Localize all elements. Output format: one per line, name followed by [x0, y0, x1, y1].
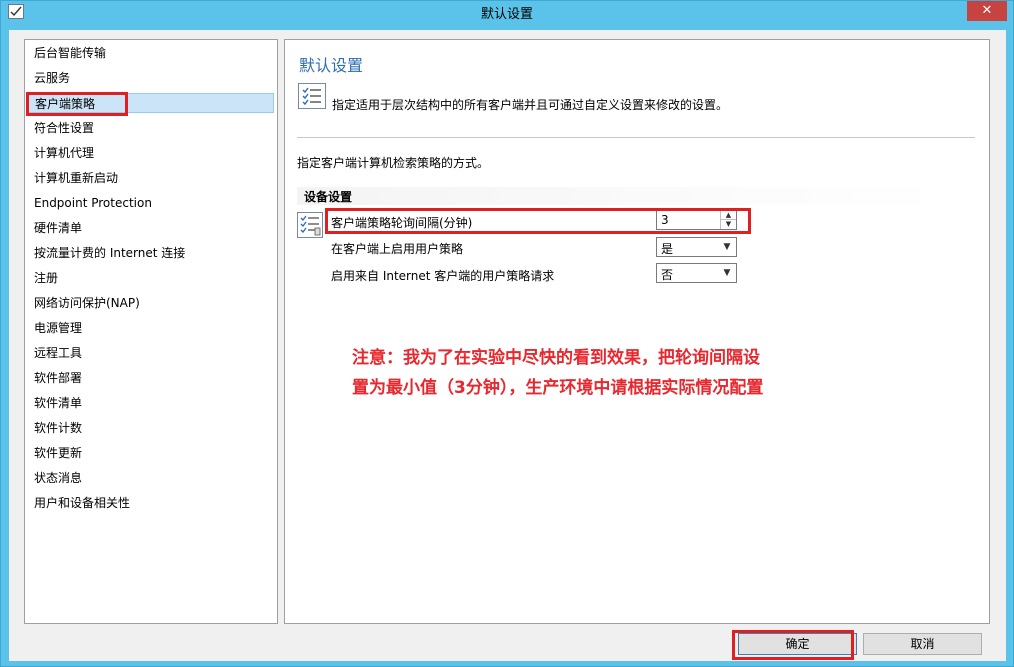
- nav-item[interactable]: 软件部署: [26, 368, 274, 388]
- device-settings-group-header: 设备设置: [297, 187, 948, 205]
- window-title: 默认设置: [480, 7, 533, 22]
- nav-item[interactable]: 计算机代理: [26, 143, 274, 163]
- nav-item[interactable]: 云服务: [26, 68, 274, 88]
- nav-item[interactable]: 网络访问保护(NAP): [26, 293, 274, 313]
- annotation-note: 注意：我为了在实验中尽快的看到效果，把轮询间隔设置为最小值（3分钟），生产环境中…: [352, 348, 764, 398]
- enable-user-policy-label: 在客户端上启用用户策略: [331, 242, 464, 256]
- internet-user-policy-select[interactable]: 否 ▼: [656, 263, 737, 283]
- nav-item[interactable]: Endpoint Protection: [26, 193, 274, 213]
- internet-user-policy-value: 否: [661, 268, 674, 282]
- policy-hint-text: 指定客户端计算机检索策略的方式。: [297, 156, 490, 170]
- dialog-window: 默认设置 ✕ 后台智能传输 云服务 客户端策略 符合性设置 计算机代理 计算机重新启动 En…: [0, 0, 1014, 667]
- nav-item[interactable]: 用户和设备相关性: [26, 493, 274, 513]
- nav-item[interactable]: 远程工具: [26, 343, 274, 363]
- nav-item[interactable]: 后台智能传输: [26, 43, 274, 63]
- checklist-icon: [298, 83, 326, 109]
- polling-interval-annotation: [325, 208, 751, 234]
- title-bar[interactable]: 默认设置 ✕: [1, 1, 1013, 23]
- nav-item[interactable]: 按流量计费的 Internet 连接: [26, 243, 274, 263]
- internet-user-policy-label: 启用来自 Internet 客户端的用户策略请求: [331, 269, 555, 283]
- nav-item[interactable]: 注册: [26, 268, 274, 288]
- ok-button-annotation: [732, 630, 854, 660]
- panel-title: 默认设置: [299, 56, 364, 75]
- nav-item[interactable]: 软件更新: [26, 443, 274, 463]
- chevron-down-icon[interactable]: ▼: [721, 266, 733, 280]
- chevron-down-icon[interactable]: ▼: [721, 240, 733, 254]
- group-label: 设备设置: [304, 190, 353, 204]
- nav-item[interactable]: 软件计数: [26, 418, 274, 438]
- close-icon[interactable]: ✕: [967, 1, 1007, 21]
- nav-item[interactable]: 硬件清单: [26, 218, 274, 238]
- nav-item[interactable]: 符合性设置: [26, 118, 274, 138]
- dialog-client-area: 后台智能传输 云服务 客户端策略 符合性设置 计算机代理 计算机重新启动 Endpoint …: [9, 30, 1006, 661]
- panel-description: 指定适用于层次结构中的所有客户端并且可通过自定义设置来修改的设置。: [332, 98, 729, 112]
- nav-item[interactable]: 计算机重新启动: [26, 168, 274, 188]
- enable-user-policy-select[interactable]: 是 ▼: [656, 237, 737, 257]
- enable-user-policy-value: 是: [661, 242, 674, 256]
- nav-item[interactable]: 电源管理: [26, 318, 274, 338]
- cancel-button[interactable]: 取消: [863, 633, 982, 655]
- divider: [297, 137, 975, 138]
- client-policy-settings-icon: [297, 212, 323, 238]
- nav-selected-annotation: [26, 92, 128, 116]
- settings-nav-list: 后台智能传输 云服务 客户端策略 符合性设置 计算机代理 计算机重新启动 Endpoint …: [24, 39, 278, 624]
- settings-panel: 默认设置 指定适用于层次结构中的所有客户端并且可通过自定义设置来修改的设置。 指…: [284, 39, 990, 624]
- nav-item[interactable]: 状态消息: [26, 468, 274, 488]
- nav-item[interactable]: 软件清单: [26, 393, 274, 413]
